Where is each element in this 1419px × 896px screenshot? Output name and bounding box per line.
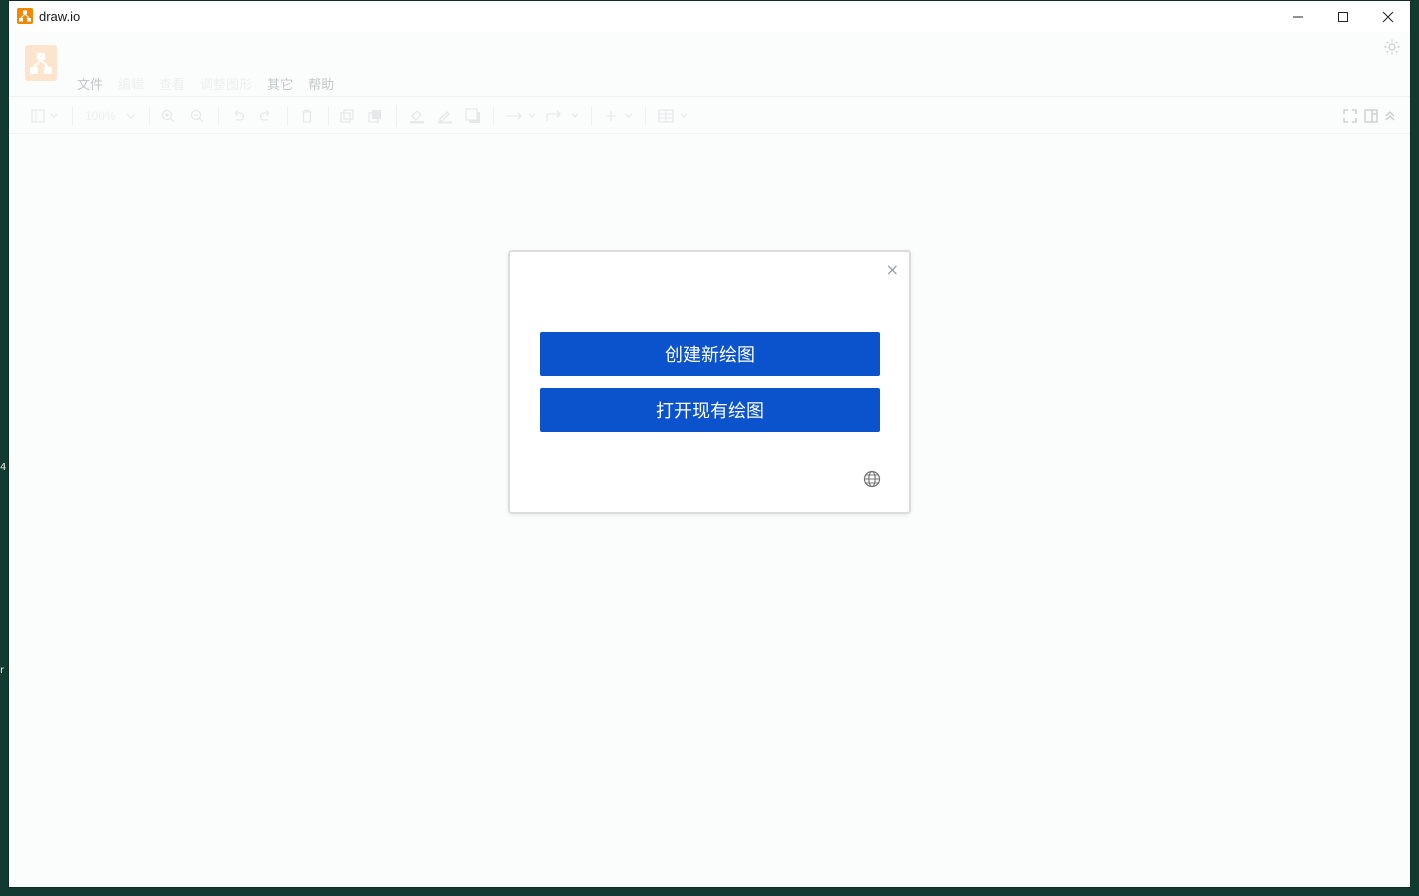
zoom-out-button <box>190 108 204 124</box>
chevron-down-icon <box>126 113 136 119</box>
zoom-level: 100% <box>85 109 116 123</box>
format-panel-button[interactable] <box>1364 108 1378 124</box>
drawio-app-icon <box>17 8 33 24</box>
app-window: draw.io 文件 编辑 查看 调整图形 其它 帮助 100% × 创建新绘图… <box>8 0 1411 888</box>
shadow-button <box>465 108 481 124</box>
maximize-button[interactable] <box>1320 1 1366 32</box>
menu-arrange: 调整图形 <box>200 78 253 93</box>
window-title: draw.io <box>39 9 81 24</box>
plus-icon <box>606 111 633 121</box>
table-icon <box>658 109 688 123</box>
toolbar: 100% <box>9 96 1410 134</box>
desktop-glyph: r <box>0 665 5 676</box>
fullscreen-icon <box>1343 109 1357 123</box>
shadow-icon <box>465 108 480 123</box>
sidebar-icon <box>31 109 58 123</box>
theme-toggle-icon[interactable] <box>1384 39 1400 55</box>
drawio-logo <box>25 45 57 81</box>
splash-dialog: × 创建新绘图 打开现有绘图 <box>508 250 911 514</box>
table-button <box>658 108 692 124</box>
pencil-icon <box>438 111 452 124</box>
format-panel-toggle <box>31 108 61 124</box>
to-front-button <box>340 108 354 124</box>
to-back-button <box>368 108 382 124</box>
redo-icon <box>259 110 270 121</box>
fill-color-button <box>409 108 425 124</box>
undo-button <box>231 108 245 124</box>
menu-extras[interactable]: 其它 <box>267 74 293 93</box>
open-existing-diagram-button[interactable]: 打开现有绘图 <box>540 388 880 432</box>
minimize-button[interactable] <box>1275 1 1321 32</box>
create-new-diagram-button[interactable]: 创建新绘图 <box>540 332 880 376</box>
minimize-icon <box>1293 16 1303 17</box>
menu-bar: 文件 编辑 查看 调整图形 其它 帮助 <box>77 74 349 93</box>
waypoints-icon <box>546 110 579 121</box>
diagram-logo-icon <box>30 53 52 74</box>
zoom-out-icon <box>190 109 204 123</box>
globe-icon[interactable] <box>863 470 881 488</box>
zoom-in-icon <box>161 109 175 123</box>
menu-file[interactable]: 文件 <box>77 74 103 93</box>
connection-style-button <box>505 108 539 124</box>
fill-color-icon <box>410 110 424 124</box>
title-bar: draw.io <box>9 1 1410 32</box>
dialog-close-button[interactable]: × <box>886 260 899 279</box>
menu-edit: 编辑 <box>118 78 145 93</box>
maximize-icon <box>1338 11 1348 22</box>
zoom-select: 100% <box>85 108 138 124</box>
to-front-icon <box>340 109 354 123</box>
close-window-button[interactable] <box>1365 1 1410 32</box>
menu-help[interactable]: 帮助 <box>308 74 334 93</box>
double-chevron-up-icon <box>1385 111 1395 121</box>
panel-layout-icon <box>1364 109 1378 123</box>
trash-icon <box>302 109 312 123</box>
collapse-toolbar-button[interactable] <box>1384 108 1396 124</box>
line-color-button <box>437 108 453 124</box>
redo-button <box>259 108 273 124</box>
to-back-icon <box>368 110 381 123</box>
delete-button <box>300 108 314 124</box>
fullscreen-button[interactable] <box>1343 108 1357 124</box>
zoom-in-button <box>161 108 175 124</box>
waypoints-button <box>546 108 582 124</box>
close-icon <box>1382 11 1394 22</box>
menu-view: 查看 <box>159 78 186 93</box>
connector-icon <box>506 112 536 120</box>
menu-area: 文件 编辑 查看 调整图形 其它 帮助 <box>9 32 1410 96</box>
insert-button <box>604 108 638 124</box>
undo-icon <box>234 110 245 121</box>
desktop-glyph: 4 <box>0 462 7 473</box>
